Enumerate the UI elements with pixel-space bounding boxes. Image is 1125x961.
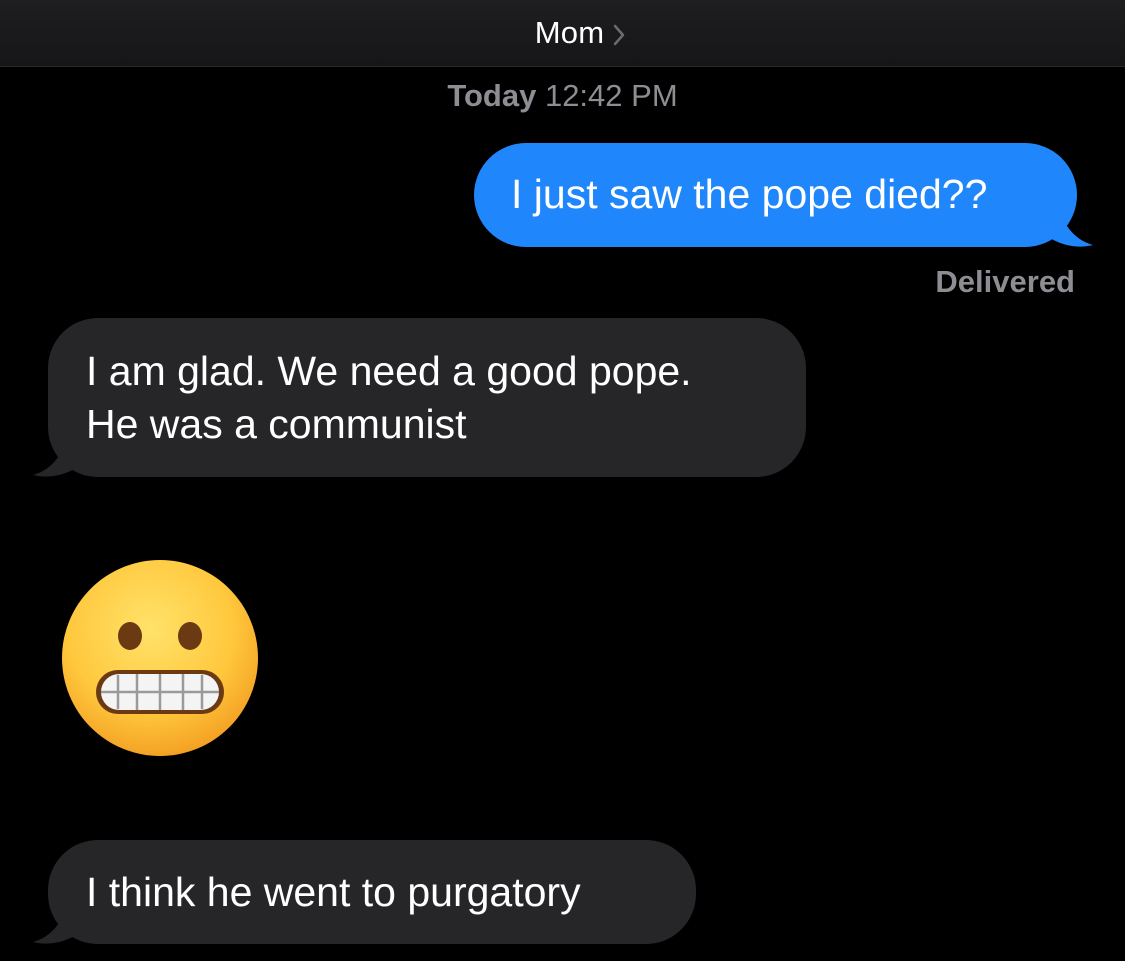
message-text-line: I am glad. We need a good pope.	[86, 348, 692, 394]
incoming-message-bubble[interactable]: I think he went to purgatory	[48, 840, 696, 944]
incoming-message-bubble[interactable]: I am glad. We need a good pope. He was a…	[48, 318, 806, 477]
contact-name[interactable]: Mom	[535, 15, 605, 51]
message-text: I just saw the pope died??	[511, 171, 988, 217]
outgoing-message-bubble[interactable]: I just saw the pope died??	[474, 143, 1077, 247]
message-timestamp: Today 12:42 PM	[0, 76, 1125, 116]
chevron-right-icon[interactable]	[612, 23, 626, 47]
grimacing-face-icon[interactable]	[60, 560, 260, 760]
timestamp-day: Today	[447, 78, 537, 113]
conversation-header[interactable]: Mom	[0, 0, 1125, 67]
messages-screen: Mom Today 12:42 PM I just saw the pope d…	[0, 0, 1125, 961]
message-text-line: He was a communist	[86, 401, 467, 447]
delivery-status: Delivered	[935, 264, 1075, 299]
timestamp-time: 12:42 PM	[544, 78, 678, 113]
message-text: I think he went to purgatory	[86, 869, 581, 915]
